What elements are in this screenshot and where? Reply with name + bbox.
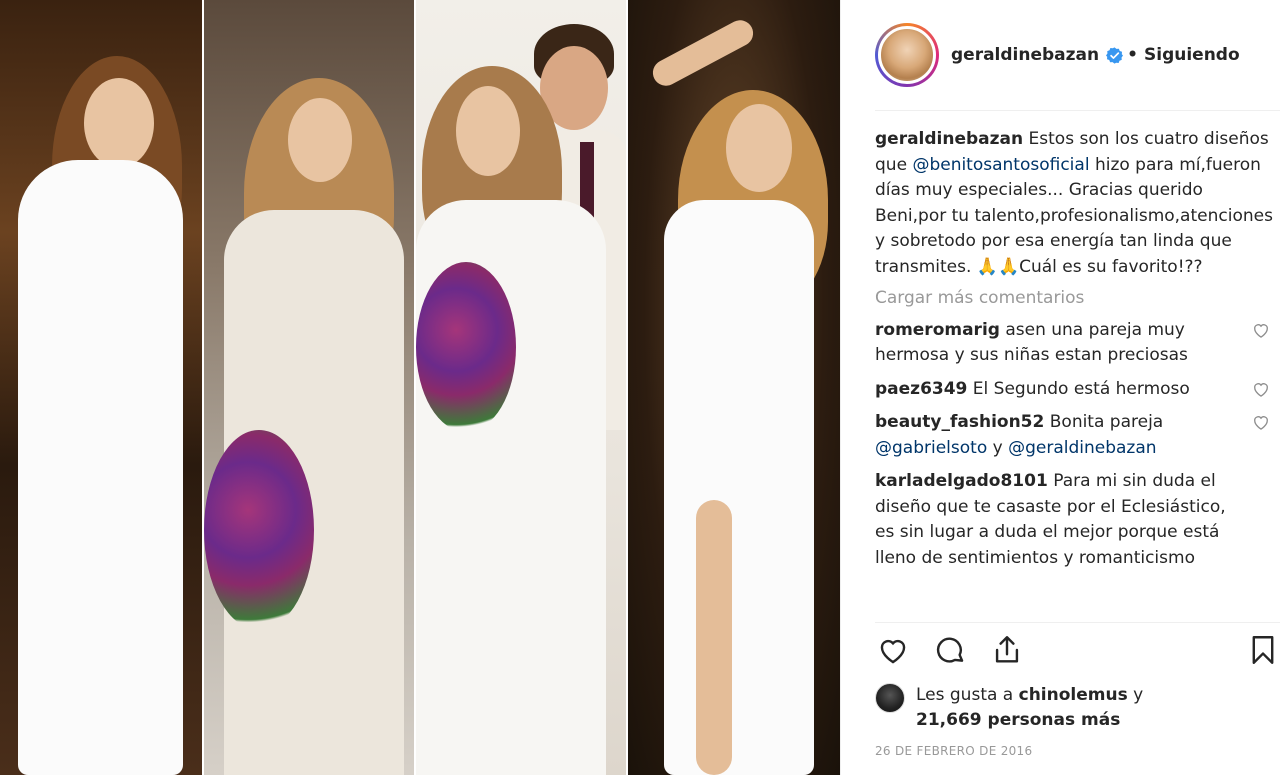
comment-mention[interactable]: @geraldinebazan [1008,438,1156,458]
comment-text: Bonita pareja [1049,412,1164,432]
photo-panel-2 [202,0,414,775]
share-icon [995,636,1019,663]
white-jumpsuit [18,160,183,775]
save-button[interactable] [1245,632,1280,668]
comment-item: paez6349 El Segundo está hermoso [875,377,1275,403]
heart-icon[interactable] [1251,412,1271,432]
separator-dot: • [1127,45,1138,65]
comment-item: karladelgado8101 Para mi sin duda el dis… [875,469,1275,571]
raised-arm [648,15,758,91]
comment-username[interactable]: romeromarig [875,320,1000,340]
comment-username[interactable]: karladelgado8101 [875,471,1048,491]
bouquet [204,430,314,630]
liker-avatar[interactable] [875,683,905,713]
face [456,86,520,176]
photo-panel-4 [626,0,840,775]
likes-count[interactable]: 21,669 personas más [916,710,1120,730]
likes-summary: Les gusta a chinolemus y 21,669 personas… [875,683,1280,733]
comment-username[interactable]: beauty_fashion52 [875,412,1044,432]
comment-button[interactable] [932,632,968,668]
divider [875,110,1280,111]
caption-mention[interactable]: @benitosantosoficial [912,155,1089,175]
photo-panel-3 [414,0,626,775]
share-button[interactable] [989,632,1025,668]
comment-mention[interactable]: @gabrielsoto [875,438,987,458]
action-bar [875,632,1280,672]
likes-prefix: Les gusta a [916,685,1014,705]
comment-username[interactable]: paez6349 [875,379,967,399]
story-ring[interactable] [875,23,939,87]
comment-conjunction: y [992,437,1003,458]
slit-gown [664,200,814,775]
follow-status-button[interactable]: Siguiendo [1144,45,1240,65]
avatar[interactable] [878,26,936,84]
divider [875,622,1280,623]
caption: geraldinebazan Estos son los cuatro dise… [875,127,1275,280]
photo-panel-1 [0,0,202,775]
post-header: geraldinebazan • Siguiendo [875,19,1280,91]
heart-icon [880,639,906,664]
face [288,98,352,182]
load-more-comments-button[interactable]: Cargar más comentarios [875,286,1275,312]
heart-icon[interactable] [1251,379,1271,399]
verified-badge-icon [1106,46,1124,64]
comments-list: geraldinebazan Estos son los cuatro dise… [875,127,1275,623]
comment-item: beauty_fashion52 Bonita pareja @gabriels… [875,410,1275,461]
bouquet [416,262,516,432]
likes-text: Les gusta a chinolemus y 21,669 personas… [916,683,1280,733]
caption-username[interactable]: geraldinebazan [875,129,1023,149]
leg [696,500,732,775]
post-date[interactable]: 26 DE FEBRERO DE 2016 [875,744,1032,758]
comment-item: romeromarig asen una pareja muy hermosa … [875,318,1275,369]
post-sidebar: geraldinebazan • Siguiendo geraldinebaza… [840,0,1280,775]
post-photo[interactable] [0,0,840,775]
like-button[interactable] [875,632,911,668]
header-username[interactable]: geraldinebazan [951,45,1099,65]
likes-user[interactable]: chinolemus [1019,685,1128,705]
comment-bubble-icon [936,637,964,663]
likes-conj: y [1133,685,1144,705]
comment-text: El Segundo está hermoso [972,378,1190,399]
face [726,104,792,192]
bookmark-icon [1252,636,1274,664]
heart-icon[interactable] [1251,320,1271,340]
face [84,78,154,168]
